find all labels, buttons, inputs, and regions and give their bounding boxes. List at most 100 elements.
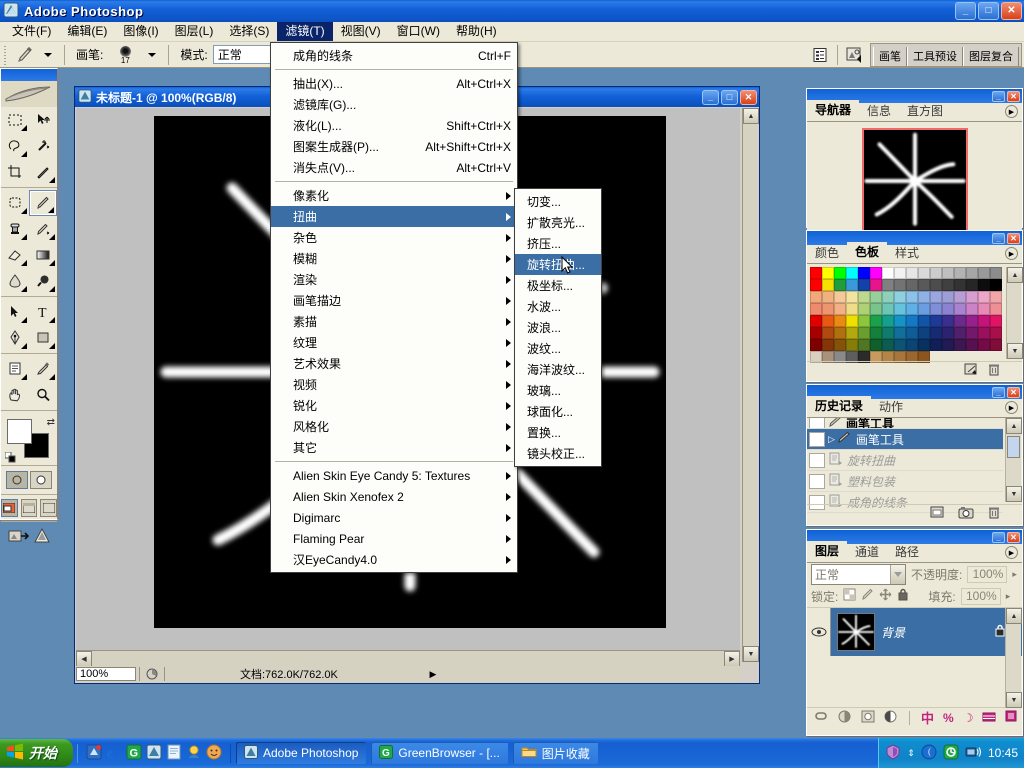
history-snapshot-box[interactable] xyxy=(809,418,825,428)
menu-item-filter-gallery[interactable]: 滤镜库(G)... xyxy=(271,94,517,115)
swatch-cell[interactable] xyxy=(894,327,906,339)
swatch-cell[interactable] xyxy=(942,279,954,291)
swatch-cell[interactable] xyxy=(906,291,918,303)
submenu-item-shear[interactable]: 切变... xyxy=(515,191,601,212)
fullscreen-mode-icon[interactable] xyxy=(40,499,58,517)
new-layer-percent-icon[interactable]: % xyxy=(943,711,954,725)
submenu-item-polar-coordinates[interactable]: 极坐标... xyxy=(515,275,601,296)
swatch-cell[interactable] xyxy=(990,315,1002,327)
submenu-item-pinch[interactable]: 挤压... xyxy=(515,233,601,254)
swatches-close-button[interactable]: ✕ xyxy=(1007,232,1020,244)
swatch-cell[interactable] xyxy=(906,327,918,339)
swatch-cell[interactable] xyxy=(810,291,822,303)
swatch-cell[interactable] xyxy=(966,339,978,351)
notepad-icon[interactable] xyxy=(166,744,182,763)
swatch-cell[interactable] xyxy=(870,267,882,279)
app-minimize-button[interactable]: _ xyxy=(955,2,976,20)
menu-layer[interactable]: 图层(L) xyxy=(167,22,222,41)
swatch-cell[interactable] xyxy=(822,315,834,327)
menu-file[interactable]: 文件(F) xyxy=(4,22,59,41)
tab-info[interactable]: 信息 xyxy=(859,101,899,121)
history-item-undone-plastic-wrap[interactable]: 塑料包装 xyxy=(807,471,1003,492)
foreground-color-swatch[interactable] xyxy=(7,419,32,444)
swatch-cell[interactable] xyxy=(870,327,882,339)
submenu-item-ocean-ripple[interactable]: 海洋波纹... xyxy=(515,359,601,380)
swatch-cell[interactable] xyxy=(966,315,978,327)
layers-scrollbar[interactable]: ▲ ▼ xyxy=(1005,608,1022,708)
layer-mask-icon[interactable] xyxy=(861,710,875,726)
menu-item-flaming-pear[interactable]: Flaming Pear xyxy=(271,528,517,549)
swatch-cell[interactable] xyxy=(954,267,966,279)
options-bar-grip[interactable] xyxy=(2,43,9,66)
swatch-cell[interactable] xyxy=(906,315,918,327)
swatch-cell[interactable] xyxy=(990,291,1002,303)
menu-item-blur[interactable]: 模糊 xyxy=(271,248,517,269)
default-colors-icon[interactable] xyxy=(4,451,16,463)
gradient-icon[interactable] xyxy=(29,242,57,268)
shape-icon[interactable] xyxy=(29,325,57,351)
start-button[interactable]: 开始 xyxy=(0,739,73,767)
menu-filter[interactable]: 滤镜(T) xyxy=(277,22,333,41)
swatch-cell[interactable] xyxy=(894,279,906,291)
swatch-cell[interactable] xyxy=(930,291,942,303)
swatch-cell[interactable] xyxy=(846,291,858,303)
history-brush-icon[interactable] xyxy=(29,216,57,242)
move-icon[interactable] xyxy=(29,107,57,133)
brush-icon[interactable] xyxy=(29,190,57,216)
swatch-cell[interactable] xyxy=(978,327,990,339)
swatch-cell[interactable] xyxy=(870,303,882,315)
menu-item-distort[interactable]: 扭曲 xyxy=(271,206,517,227)
new-document-from-state-icon[interactable] xyxy=(930,506,944,522)
taskbar-button-photoshop[interactable]: Adobe Photoshop xyxy=(236,742,367,764)
swatch-cell[interactable] xyxy=(978,315,990,327)
canvas-horizontal-scrollbar[interactable]: ◀ ▶ xyxy=(76,650,740,667)
zoom-level-field[interactable]: 100% xyxy=(76,667,136,681)
swatch-cell[interactable] xyxy=(882,303,894,315)
layers-minimize-button[interactable]: _ xyxy=(992,531,1005,543)
fill-slider-arrow-icon[interactable]: ▸ xyxy=(1006,591,1011,602)
swatch-cell[interactable] xyxy=(834,339,846,351)
swatches-scroll-down-button[interactable]: ▼ xyxy=(1007,343,1023,359)
canvas-vertical-scrollbar[interactable]: ▲ ▼ xyxy=(742,108,759,662)
menu-item-last-filter[interactable]: 成角的线条 Ctrl+F xyxy=(271,45,517,66)
history-close-button[interactable]: ✕ xyxy=(1007,386,1020,398)
palette-well-tab-layer-comps[interactable]: 图层复合 xyxy=(963,46,1019,66)
history-minimize-button[interactable]: _ xyxy=(992,386,1005,398)
swatch-cell[interactable] xyxy=(882,291,894,303)
history-snapshot-box[interactable] xyxy=(809,452,825,468)
app-maximize-button[interactable]: □ xyxy=(978,2,999,20)
shield-icon[interactable] xyxy=(885,743,901,763)
magic-wand-icon[interactable] xyxy=(29,133,57,159)
clock-label[interactable]: 10:45 xyxy=(988,746,1018,760)
path-selection-icon[interactable] xyxy=(1,299,29,325)
menu-select[interactable]: 选择(S) xyxy=(221,22,277,41)
swatch-cell[interactable] xyxy=(870,291,882,303)
history-scrollbar[interactable]: ▲ ▼ xyxy=(1005,418,1022,502)
menu-item-texture[interactable]: 纹理 xyxy=(271,332,517,353)
tab-paths[interactable]: 路径 xyxy=(887,542,927,562)
tray-expand-icon[interactable]: ⇕ xyxy=(907,748,915,758)
layers-scroll-up-button[interactable]: ▲ xyxy=(1006,608,1022,624)
layer-visibility-toggle[interactable] xyxy=(807,608,831,656)
type-icon[interactable]: T xyxy=(29,299,57,325)
swatch-cell[interactable] xyxy=(846,279,858,291)
submenu-item-displace[interactable]: 置换... xyxy=(515,422,601,443)
scroll-up-button[interactable]: ▲ xyxy=(743,108,759,124)
palette-well-tab-brushes[interactable]: 画笔 xyxy=(873,46,907,66)
swatch-cell[interactable] xyxy=(834,291,846,303)
swatch-cell[interactable] xyxy=(858,327,870,339)
swatch-cell[interactable] xyxy=(846,339,858,351)
swatch-cell[interactable] xyxy=(846,327,858,339)
scroll-right-button[interactable]: ▶ xyxy=(724,651,740,667)
submenu-item-spherize[interactable]: 球面化... xyxy=(515,401,601,422)
swatch-cell[interactable] xyxy=(834,303,846,315)
swatch-cell[interactable] xyxy=(882,279,894,291)
layer-blend-mode-select[interactable]: 正常 xyxy=(811,563,906,585)
history-item-selected[interactable]: ▷ 画笔工具 xyxy=(807,429,1003,450)
menu-item-other[interactable]: 其它 xyxy=(271,437,517,458)
rectangular-marquee-icon[interactable] xyxy=(1,107,29,133)
new-group-icon[interactable]: 中 xyxy=(921,708,934,727)
swatch-cell[interactable] xyxy=(942,339,954,351)
swatch-cell[interactable] xyxy=(930,303,942,315)
swatch-cell[interactable] xyxy=(918,327,930,339)
